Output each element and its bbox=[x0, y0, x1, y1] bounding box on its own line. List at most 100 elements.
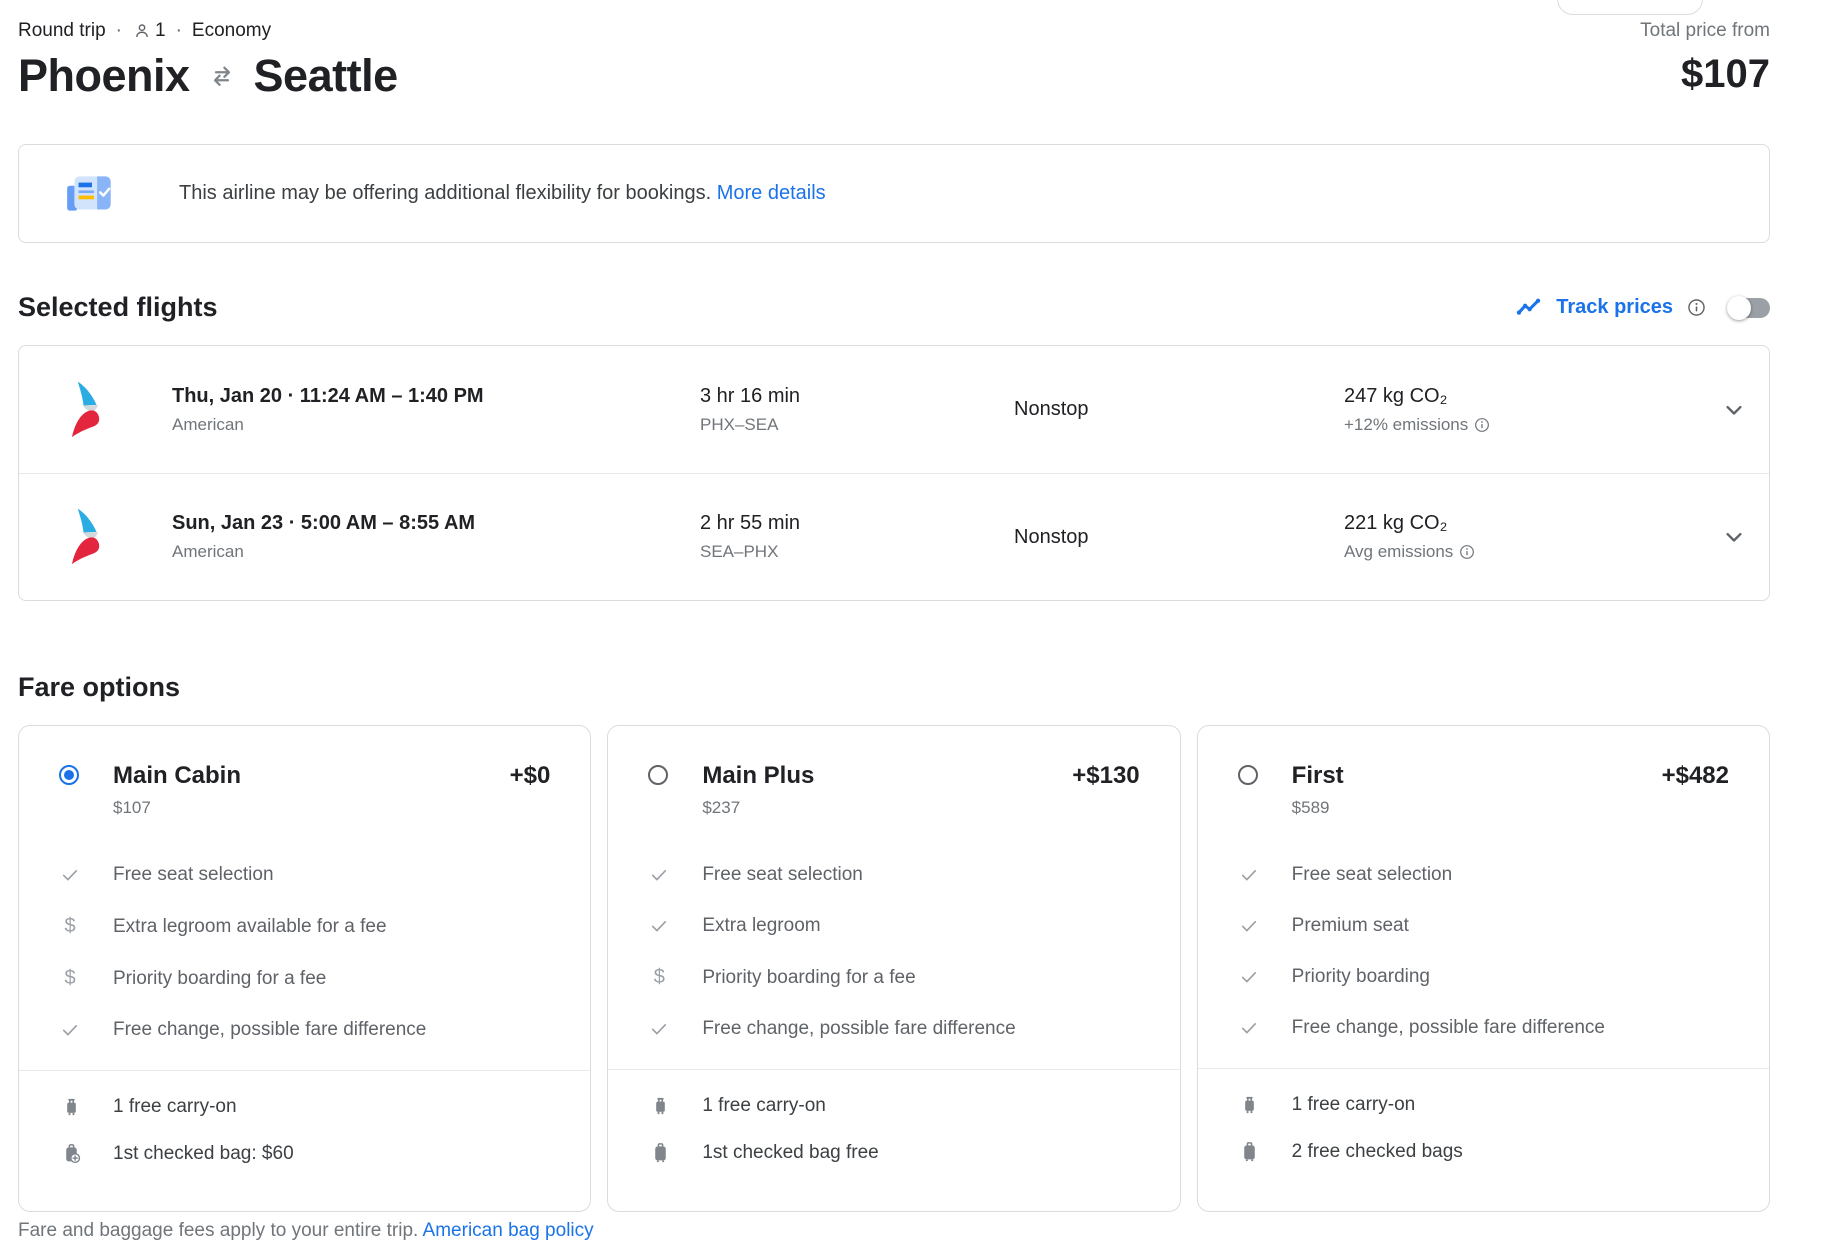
bag-row: 1st checked bag: $60 bbox=[59, 1142, 550, 1165]
feature-row: Extra legroom bbox=[648, 915, 1139, 937]
header: Round trip · 1 · Economy Phoenix Seattle… bbox=[18, 0, 1770, 102]
feature-row: Free seat selection bbox=[1238, 864, 1729, 886]
fee-dollar-icon: $ bbox=[64, 915, 76, 937]
bag-row: 2 free checked bags bbox=[1238, 1140, 1729, 1163]
radio-selected[interactable] bbox=[59, 765, 79, 785]
radio-unselected[interactable] bbox=[648, 765, 669, 785]
flight-duration-col: 2 hr 55 min SEA–PHX bbox=[700, 512, 1014, 562]
feature-text: Free change, possible fare difference bbox=[702, 1018, 1016, 1039]
fare-total-price: $107 bbox=[113, 798, 151, 817]
bag-row: 1 free carry-on bbox=[1238, 1093, 1729, 1116]
feature-text: Premium seat bbox=[1291, 915, 1409, 936]
flight-emissions-col: 221 kg CO₂ Avg emissions bbox=[1344, 512, 1699, 562]
more-details-link[interactable]: More details bbox=[717, 182, 826, 204]
selected-flights-card: Thu, Jan 20 · 11:24 AM – 1:40 PM America… bbox=[18, 345, 1770, 601]
feature-text: Priority boarding for a fee bbox=[702, 966, 916, 988]
bag-row: 1 free carry-on bbox=[59, 1095, 550, 1118]
check-icon bbox=[1238, 967, 1260, 987]
fare-delta-price: +$482 bbox=[1661, 762, 1729, 789]
bag-text: 2 free checked bags bbox=[1291, 1140, 1463, 1162]
cabin-class-label: Economy bbox=[191, 20, 272, 41]
checked-bag-icon bbox=[648, 1141, 672, 1164]
radio-unselected[interactable] bbox=[1237, 765, 1258, 785]
trend-line-icon bbox=[1515, 294, 1542, 321]
check-icon bbox=[1238, 1018, 1260, 1038]
feature-row: $ Extra legroom available for a fee bbox=[59, 915, 550, 938]
flexibility-banner: This airline may be offering additional … bbox=[18, 144, 1770, 243]
fee-dollar-icon: $ bbox=[64, 967, 76, 989]
origin-city: Phoenix bbox=[18, 50, 190, 101]
flight-stops: Nonstop bbox=[1014, 398, 1089, 420]
separator-dot: · bbox=[175, 20, 182, 41]
trip-type-label: Round trip bbox=[18, 20, 106, 41]
check-icon bbox=[59, 865, 81, 885]
fare-policy-note: Fare and baggage fees apply to your enti… bbox=[18, 1220, 1770, 1242]
booking-flexibility-icon bbox=[63, 170, 121, 218]
flight-datetime: Sun, Jan 23 · 5:00 AM – 8:55 AM bbox=[172, 512, 476, 534]
track-prices-toggle[interactable] bbox=[1727, 295, 1770, 320]
fee-dollar-icon: $ bbox=[653, 966, 665, 988]
route-title: Phoenix Seattle bbox=[18, 50, 1770, 102]
flight-row-outbound[interactable]: Thu, Jan 20 · 11:24 AM – 1:40 PM America… bbox=[19, 346, 1769, 473]
chevron-down-icon bbox=[1720, 523, 1748, 551]
feature-text: Free change, possible fare difference bbox=[1291, 1017, 1605, 1038]
bag-text: 1st checked bag free bbox=[702, 1141, 879, 1163]
feature-row: $ Priority boarding for a fee bbox=[59, 967, 550, 990]
fare-total-price: $237 bbox=[702, 798, 741, 817]
feature-text: Free seat selection bbox=[702, 864, 863, 885]
feature-row: Premium seat bbox=[1238, 915, 1729, 937]
check-icon bbox=[648, 865, 670, 885]
fare-card-main-cabin[interactable]: Main Cabin +$0 $107 Free seat selection … bbox=[18, 725, 592, 1212]
check-icon bbox=[1238, 916, 1260, 936]
fare-name: Main Plus bbox=[702, 762, 815, 789]
fare-card-main-plus[interactable]: Main Plus +$130 $237 Free seat selection… bbox=[607, 725, 1181, 1212]
american-airlines-logo bbox=[59, 379, 125, 441]
fare-delta-price: +$130 bbox=[1072, 762, 1140, 789]
feature-text: Extra legroom bbox=[702, 915, 821, 936]
flight-co2: 247 kg CO₂ bbox=[1344, 384, 1448, 407]
bag-text: 1 free carry-on bbox=[702, 1094, 826, 1116]
feature-text: Free seat selection bbox=[113, 864, 274, 885]
total-price-label: Total price from bbox=[1640, 20, 1770, 41]
feature-row: Priority boarding bbox=[1238, 966, 1729, 988]
info-icon[interactable] bbox=[1459, 544, 1475, 560]
flight-duration: 2 hr 55 min bbox=[700, 512, 801, 534]
expand-flight-button[interactable] bbox=[1699, 523, 1769, 551]
feature-row: Free seat selection bbox=[59, 864, 550, 886]
info-icon[interactable] bbox=[1474, 417, 1490, 433]
info-icon[interactable] bbox=[1687, 298, 1706, 317]
separator-dot: · bbox=[115, 20, 122, 41]
flight-emissions-note: +12% emissions bbox=[1344, 414, 1469, 434]
feature-row: $ Priority boarding for a fee bbox=[648, 966, 1139, 989]
feature-text: Priority boarding for a fee bbox=[113, 967, 327, 989]
checked-bag-add-icon bbox=[59, 1142, 83, 1165]
checked-bag-icon bbox=[1238, 1140, 1262, 1163]
flight-row-return[interactable]: Sun, Jan 23 · 5:00 AM – 8:55 AM American… bbox=[19, 473, 1769, 600]
flight-stops-col: Nonstop bbox=[1014, 398, 1344, 421]
flight-route: SEA–PHX bbox=[700, 542, 779, 561]
track-prices-control: Track prices bbox=[1515, 294, 1770, 321]
total-price-value: $107 bbox=[1681, 52, 1770, 96]
banner-message-text: This airline may be offering additional … bbox=[179, 182, 712, 204]
person-icon bbox=[132, 21, 152, 41]
banner-message: This airline may be offering additional … bbox=[179, 182, 826, 205]
flight-duration: 3 hr 16 min bbox=[700, 384, 801, 407]
bag-text: 1 free carry-on bbox=[1291, 1093, 1416, 1115]
check-icon bbox=[648, 1019, 670, 1039]
fare-total-price: $589 bbox=[1291, 798, 1330, 817]
flight-stops: Nonstop bbox=[1014, 525, 1089, 548]
check-icon bbox=[648, 916, 670, 936]
feature-text: Extra legroom available for a fee bbox=[113, 915, 387, 937]
fare-card-first[interactable]: First +$482 $589 Free seat selection Pre… bbox=[1196, 725, 1770, 1212]
track-prices-label[interactable]: Track prices bbox=[1556, 296, 1673, 319]
bag-row: 1st checked bag free bbox=[648, 1141, 1139, 1164]
trip-summary: Round trip · 1 · Economy bbox=[18, 20, 1770, 42]
expand-flight-button[interactable] bbox=[1699, 396, 1769, 424]
feature-row: Free seat selection bbox=[648, 864, 1139, 886]
fare-name: First bbox=[1291, 762, 1344, 789]
flight-stops-col: Nonstop bbox=[1014, 526, 1344, 549]
flight-airline: American bbox=[172, 414, 244, 434]
selected-flights-title: Selected flights bbox=[18, 292, 218, 322]
bag-text: 1 free carry-on bbox=[113, 1095, 237, 1117]
feature-row: Free change, possible fare difference bbox=[648, 1018, 1139, 1040]
